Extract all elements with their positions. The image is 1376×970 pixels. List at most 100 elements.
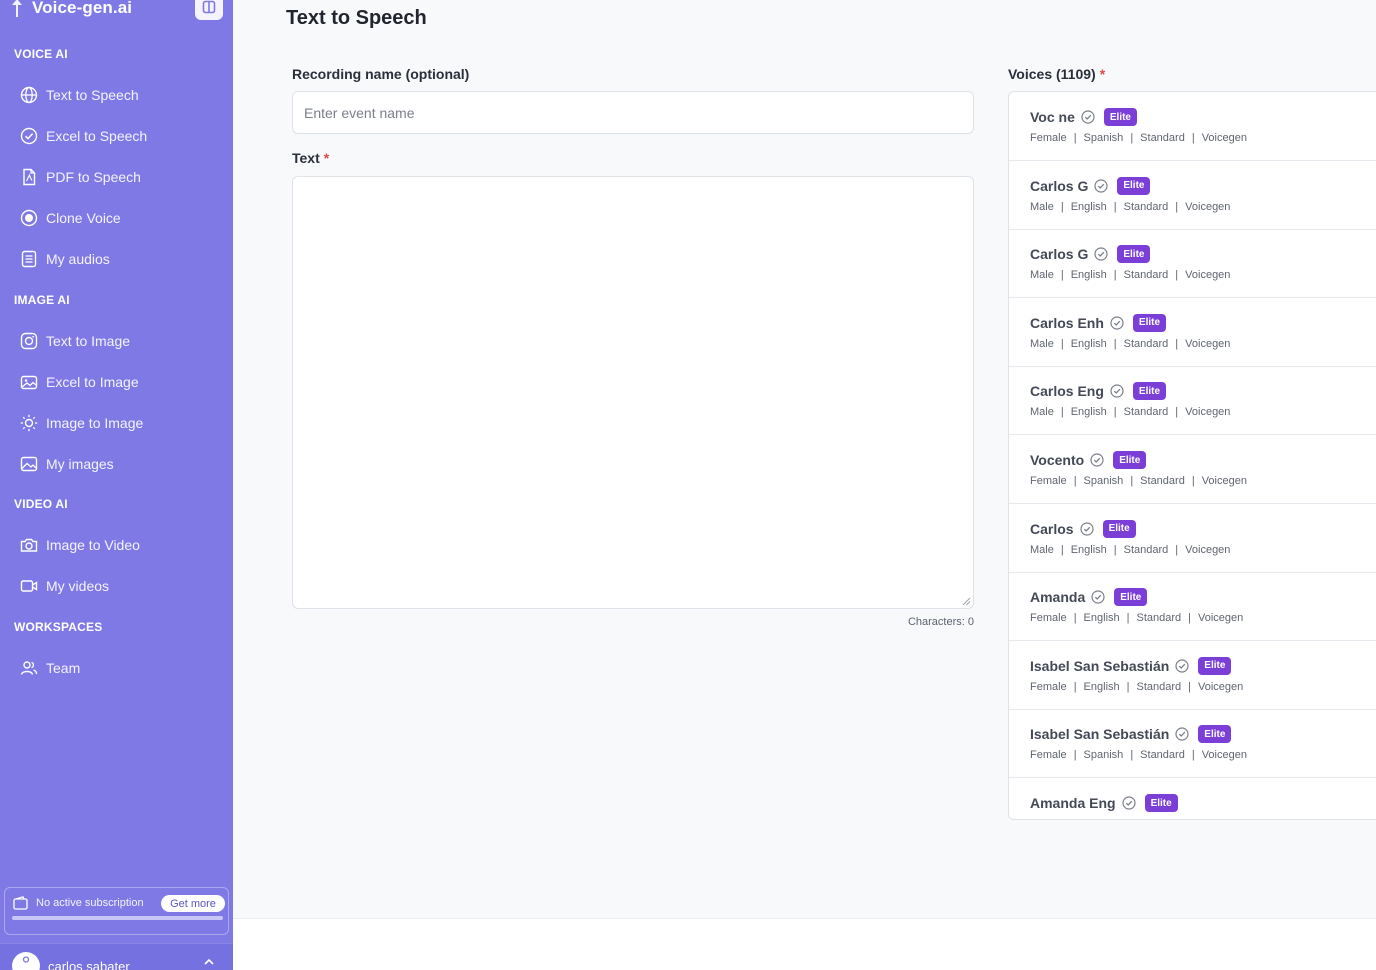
verified-check-icon	[1121, 796, 1136, 810]
voice-header: Carlos Elite	[1030, 519, 1136, 538]
sidebar-item-label: My images	[46, 456, 114, 472]
voice-gender: Female	[1030, 475, 1067, 487]
voice-item[interactable]: Carlos G Elite Male | English | Standard | Voice…	[1009, 161, 1376, 230]
separator: |	[1060, 269, 1064, 282]
separator: |	[1113, 406, 1117, 419]
voice-item[interactable]: Amanda Elite Female | English | Standard | Voice…	[1009, 572, 1376, 642]
chevron-up-icon	[204, 958, 214, 965]
voice-name: Amanda Eng	[1030, 795, 1116, 811]
separator: |	[1130, 749, 1134, 762]
voice-meta: Female | Spanish | Standard | Voicegen	[1030, 475, 1247, 487]
page-title: Text to Speech	[286, 7, 427, 29]
voice-provider: Voicegen	[1201, 475, 1247, 487]
sidebar-item-clone-voice[interactable]: Clone Voice	[12, 201, 222, 235]
voice-language: Spanish	[1083, 749, 1124, 762]
voice-name: Vocento	[1030, 452, 1085, 468]
microphone-logo-icon	[8, 0, 26, 17]
text-input[interactable]	[292, 176, 974, 609]
user-menu[interactable]: carlos sabater	[0, 943, 233, 970]
voices-list[interactable]: Voc ne Elite Female | Spanish | Standard | Voice…	[1008, 91, 1376, 820]
voice-provider: Voicegen	[1201, 132, 1247, 144]
section-video-ai: VIDEO AI	[14, 497, 68, 511]
user-name: carlos sabater	[48, 959, 130, 970]
sidebar-item-excel-to-speech[interactable]: Excel to Speech	[12, 119, 222, 153]
voice-language: English	[1070, 406, 1107, 419]
separator: |	[1175, 337, 1179, 350]
user-icon	[22, 956, 30, 963]
voice-gender: Female	[1030, 132, 1067, 144]
voice-item[interactable]: Amanda Eng Elite	[1009, 778, 1376, 819]
separator: |	[1113, 269, 1117, 282]
voice-header: Vocento Elite	[1030, 451, 1147, 469]
sun-icon	[20, 414, 38, 432]
resize-handle-icon[interactable]	[961, 596, 971, 606]
elite-badge: Elite	[1132, 382, 1167, 401]
voice-provider: Voicegen	[1185, 337, 1231, 350]
voice-provider: Voicegen	[1198, 680, 1244, 693]
voice-item[interactable]: Isabel San Sebastián Elite Female | Spanish |…	[1009, 709, 1376, 779]
list-document-icon	[21, 250, 37, 268]
sidebar-item-label: My audios	[46, 251, 110, 267]
separator: |	[1113, 543, 1117, 556]
sidebar-collapse-button[interactable]	[195, 0, 223, 20]
sidebar-item-my-videos[interactable]: My videos	[12, 569, 222, 603]
sidebar-item-team[interactable]: Team	[12, 651, 222, 685]
voice-header: Voc ne Elite	[1030, 108, 1137, 126]
sidebar-item-label: Text to Image	[46, 333, 131, 349]
separator: |	[1191, 132, 1195, 144]
elite-badge: Elite	[1198, 656, 1232, 675]
sidebar-item-text-to-image[interactable]: Text to Image	[12, 324, 222, 358]
voice-name: Voc ne	[1030, 109, 1075, 125]
voice-header: Carlos Eng Elite	[1030, 382, 1167, 401]
elite-badge: Elite	[1103, 108, 1137, 126]
separator: |	[1188, 612, 1191, 625]
voice-item[interactable]: Carlos Eng Elite Male | English | Standard | Voi…	[1009, 366, 1376, 436]
pdf-file-icon	[23, 168, 36, 186]
separator: |	[1188, 680, 1191, 693]
voice-meta: Female | English | Standard | Voicegen	[1030, 612, 1243, 624]
voice-item[interactable]: Carlos Elite Male | English | Standard | Voicege…	[1009, 504, 1376, 573]
voice-meta: Female | English | Standard | Voicegen	[1030, 681, 1243, 693]
voice-name: Carlos G	[1030, 246, 1089, 263]
separator: |	[1073, 612, 1077, 625]
sidebar-item-my-audios[interactable]: My audios	[12, 242, 222, 276]
verified-check-icon	[1079, 521, 1094, 536]
brand[interactable]: Voice-gen.ai	[8, 0, 132, 20]
image-stack-icon	[20, 375, 38, 390]
voice-name: Carlos	[1030, 520, 1074, 537]
voice-tier: Standard	[1123, 543, 1169, 556]
character-count: Characters: 0	[907, 616, 974, 628]
voice-name: Amanda	[1030, 589, 1086, 606]
voice-item[interactable]: Vocento Elite Female | Spanish | Standard | Voic…	[1009, 435, 1376, 504]
elite-badge: Elite	[1113, 451, 1147, 469]
recording-name-input[interactable]	[292, 91, 974, 134]
voice-item[interactable]: Voc ne Elite Female | Spanish | Standard | Voice…	[1009, 92, 1376, 161]
sidebar-item-my-images[interactable]: My images	[12, 447, 222, 481]
subscription-text: No active subscription	[36, 897, 144, 909]
sidebar-item-image-to-image[interactable]: Image to Image	[12, 406, 222, 440]
voice-item[interactable]: Carlos Enh Elite Male | English | Standard | Voi…	[1009, 298, 1376, 367]
voice-language: English	[1070, 200, 1107, 213]
sidebar-item-text-to-speech[interactable]: Text to Speech	[12, 78, 222, 112]
required-mark: *	[323, 150, 330, 166]
voice-meta: Male | English | Standard | Voicegen	[1030, 201, 1230, 213]
sidebar-item-label: Excel to Speech	[46, 128, 148, 144]
sidebar-item-excel-to-image[interactable]: Excel to Image	[12, 365, 222, 399]
get-more-button[interactable]: Get more	[161, 895, 225, 912]
sidebar-item-image-to-video[interactable]: Image to Video	[12, 528, 222, 562]
sidebar-item-pdf-to-speech[interactable]: PDF to Speech	[12, 160, 222, 194]
elite-badge: Elite	[1132, 313, 1167, 332]
voice-name: Carlos Enh	[1030, 314, 1104, 331]
voice-item[interactable]: Isabel San Sebastián Elite Female | English |…	[1009, 641, 1376, 710]
voice-header: Carlos G Elite	[1030, 176, 1151, 195]
voice-tier: Standard	[1140, 749, 1185, 762]
separator: |	[1060, 543, 1064, 556]
voice-gender: Male	[1030, 200, 1054, 213]
elite-badge: Elite	[1117, 176, 1151, 195]
separator: |	[1060, 337, 1064, 350]
voice-item[interactable]: Carlos G Elite Male | English | Standard | Voice…	[1009, 229, 1376, 299]
sidebar-item-label: My videos	[46, 578, 110, 594]
text-label-text: Text	[292, 150, 320, 166]
voice-provider: Voicegen	[1185, 200, 1231, 213]
voice-provider: Voicegen	[1201, 749, 1247, 762]
